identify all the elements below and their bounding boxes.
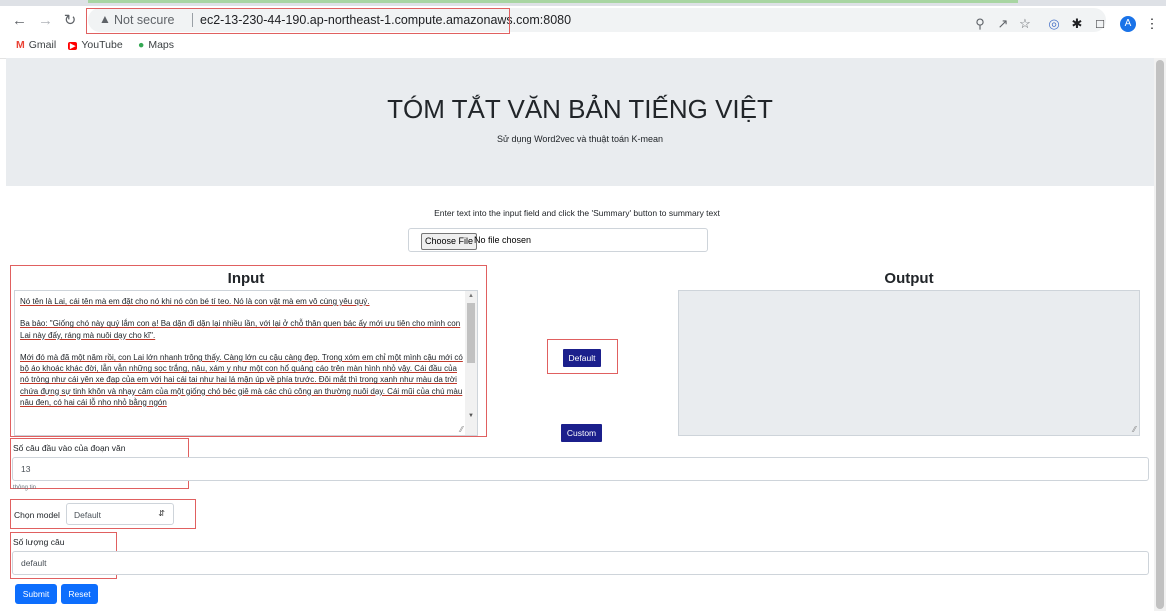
reload-icon[interactable]: ↻	[63, 13, 77, 29]
sentence-count-input[interactable]: 13	[12, 457, 1149, 481]
file-input[interactable]: Choose File No file chosen	[408, 228, 708, 252]
instruction-text: Enter text into the input field and clic…	[434, 208, 720, 218]
input-textarea[interactable]: Nó tên là Lai, cái tên mà em đặt cho nó …	[14, 290, 478, 436]
puzzle-icon[interactable]: ✱	[1070, 17, 1084, 31]
input-heading: Input	[227, 270, 265, 287]
input-scrollbar[interactable]: ▲ ▼	[465, 291, 477, 435]
model-select[interactable]: Default ⇵	[66, 503, 174, 525]
sentence-count-value: 13	[21, 464, 31, 474]
input-text-content: Nó tên là Lai, cái tên mà em đặt cho nó …	[20, 296, 465, 419]
back-arrow-icon[interactable]: ←	[12, 13, 27, 29]
bookmark-gmail[interactable]: M Gmail	[16, 39, 56, 51]
resize-handle-icon[interactable]: ⁄⁄	[460, 425, 463, 434]
bookmarks-bar: M Gmail ▶ YouTube ● Maps	[0, 36, 1166, 59]
menu-kebab-icon[interactable]: ⋮	[1145, 17, 1159, 31]
extension-circle-icon[interactable]: ◎	[1047, 17, 1061, 31]
sentence-count-help: thông tin	[13, 485, 37, 491]
input-paragraph: Nó tên là Lai, cái tên mà em đặt cho nó …	[20, 297, 370, 306]
summary-count-input[interactable]: default	[12, 551, 1149, 575]
select-arrows-icon: ⇵	[158, 509, 165, 518]
model-select-value: Default	[74, 510, 101, 520]
page-header: TÓM TẮT VĂN BẢN TIẾNG VIỆT Sử dụng Word2…	[6, 58, 1154, 186]
bookmark-youtube[interactable]: ▶ YouTube	[68, 39, 123, 51]
forward-arrow-icon[interactable]: →	[38, 13, 53, 29]
default-button[interactable]: Default	[563, 349, 601, 367]
output-heading: Output	[884, 270, 934, 287]
sentence-count-label: Số câu đầu vào của đoạn văn	[13, 443, 126, 453]
page-title: TÓM TẮT VĂN BẢN TIẾNG VIỆT	[387, 94, 773, 124]
submit-button[interactable]: Submit	[15, 584, 57, 604]
profile-avatar[interactable]: A	[1120, 16, 1136, 32]
gmail-icon: M	[16, 39, 25, 51]
maps-icon: ●	[138, 39, 145, 51]
bookmark-maps[interactable]: ● Maps	[138, 39, 174, 51]
zoom-icon[interactable]: ⚲	[973, 17, 987, 31]
resize-handle-icon[interactable]: ⁄⁄	[1133, 425, 1136, 434]
scroll-up-arrow-icon[interactable]: ▲	[468, 293, 474, 299]
youtube-icon: ▶	[68, 42, 78, 50]
page-scrollbar[interactable]	[1154, 58, 1166, 611]
browser-toolbar: ← → ↻ ▲ Not secure ec2-13-230-44-190.ap-…	[0, 6, 1166, 36]
choose-file-button[interactable]: Choose File	[421, 233, 478, 250]
star-icon[interactable]: ☆	[1018, 17, 1032, 31]
share-icon[interactable]: ↗	[996, 17, 1010, 31]
reset-button[interactable]: Reset	[61, 584, 98, 604]
output-textarea[interactable]: ⁄⁄	[678, 290, 1140, 436]
summary-count-value: default	[21, 558, 47, 568]
input-scrollbar-thumb[interactable]	[467, 303, 475, 363]
file-status: No file chosen	[474, 235, 532, 245]
scroll-down-arrow-icon[interactable]: ▼	[468, 413, 474, 419]
summary-count-label: Số lượng câu	[13, 537, 65, 547]
input-paragraph: Ba bảo: "Giống chó này quý lắm con ạ! Ba…	[20, 319, 461, 340]
active-tab-indicator	[88, 0, 1018, 3]
page-subtitle: Sử dụng Word2vec và thuật toán K-mean	[497, 134, 663, 144]
side-panel-icon[interactable]: □	[1093, 17, 1107, 31]
page-scrollbar-thumb[interactable]	[1156, 60, 1164, 609]
model-label: Chọn model	[14, 510, 60, 520]
url-highlight-frame	[86, 8, 510, 34]
custom-button[interactable]: Custom	[561, 424, 602, 442]
input-paragraph: Mới đó mà đã một năm rồi, con Lai lớn nh…	[20, 352, 463, 407]
